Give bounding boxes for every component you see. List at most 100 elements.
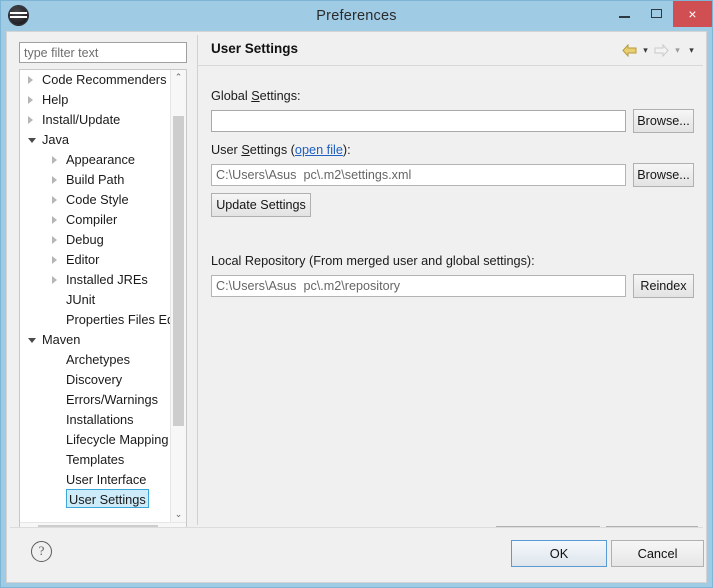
window-title: Preferences <box>316 8 397 24</box>
global-settings-label-mnemonic: S <box>251 89 260 103</box>
scroll-up-icon[interactable]: ⌃ <box>171 70 186 85</box>
user-settings-label-mnemonic: S <box>241 143 250 157</box>
tree-expanded-arrow-icon[interactable] <box>28 138 36 143</box>
local-repository-label: Local Repository (From merged user and g… <box>211 254 535 268</box>
title-bar: Preferences × <box>1 1 712 31</box>
tree-collapsed-arrow-icon[interactable] <box>52 176 57 184</box>
tree-item-label: Debug <box>66 232 104 247</box>
tree-item-list: Code Recommenders Help Install/Update Java A… <box>20 70 172 522</box>
back-arrow-icon[interactable] <box>622 44 637 57</box>
tree-item[interactable]: User Interface <box>20 470 172 490</box>
tree-item[interactable]: Compiler <box>20 210 172 230</box>
tree-item[interactable]: Lifecycle Mapping <box>20 430 172 450</box>
tree-item-label: Help <box>42 92 69 107</box>
ok-button[interactable]: OK <box>511 540 607 567</box>
global-settings-input[interactable] <box>211 110 626 132</box>
tree-item-label: Build Path <box>66 172 125 187</box>
tree-item[interactable]: Installations <box>20 410 172 430</box>
tree-item[interactable]: Help <box>20 90 172 110</box>
page-menu-caret-icon[interactable]: ▾ <box>686 41 697 59</box>
tree-item[interactable]: Errors/Warnings <box>20 390 172 410</box>
tree-item[interactable]: Appearance <box>20 150 172 170</box>
update-settings-button[interactable]: Update Settings <box>211 193 311 217</box>
tree-item[interactable]: Discovery <box>20 370 172 390</box>
page-title: User Settings <box>211 41 299 56</box>
tree-expanded-arrow-icon[interactable] <box>28 338 36 343</box>
tree-item[interactable]: User Settings <box>20 489 172 510</box>
tree-item[interactable]: Templates <box>20 450 172 470</box>
tree-collapsed-arrow-icon[interactable] <box>52 236 57 244</box>
tree-item-label: User Settings <box>66 489 149 508</box>
maximize-button[interactable] <box>641 1 673 27</box>
tree-item-label: Editor <box>66 252 100 267</box>
global-settings-label-pre: Global <box>211 89 252 103</box>
page-header: User Settings ▾ ▾ ▾ <box>198 35 703 66</box>
tree-collapsed-arrow-icon[interactable] <box>52 256 57 264</box>
minimize-icon <box>619 16 630 18</box>
minimize-button[interactable] <box>609 1 641 27</box>
tree-item[interactable]: Properties Files Ed <box>20 310 172 330</box>
dialog-footer: ? OK Cancel <box>10 527 704 579</box>
tree-item[interactable]: Java <box>20 130 172 150</box>
open-file-link[interactable]: open file <box>295 143 343 157</box>
tree-collapsed-arrow-icon[interactable] <box>28 116 33 124</box>
tree-item-label: Errors/Warnings <box>66 392 158 407</box>
preferences-sidebar: Code Recommenders Help Install/Update Java A… <box>10 35 196 540</box>
help-icon[interactable]: ? <box>31 541 52 562</box>
preferences-dialog: Code Recommenders Help Install/Update Java A… <box>6 31 707 583</box>
maximize-icon <box>651 9 662 18</box>
tree-item-label: Compiler <box>66 212 118 227</box>
user-settings-label-mid: ettings ( <box>249 143 295 157</box>
filter-input[interactable] <box>19 42 187 63</box>
close-icon: × <box>688 6 697 22</box>
tree-collapsed-arrow-icon[interactable] <box>52 156 57 164</box>
close-button[interactable]: × <box>673 1 712 27</box>
local-repository-input[interactable] <box>211 275 626 297</box>
tree-item-label: Properties Files Ed <box>66 312 172 327</box>
tree-collapsed-arrow-icon[interactable] <box>52 196 57 204</box>
scroll-down-icon[interactable]: ⌄ <box>171 507 186 522</box>
tree-item-label: Archetypes <box>66 352 131 367</box>
tree-item[interactable]: Debug <box>20 230 172 250</box>
tree-item[interactable]: Maven <box>20 330 172 350</box>
tree-item[interactable]: Editor <box>20 250 172 270</box>
tree-item[interactable]: JUnit <box>20 290 172 310</box>
tree-item[interactable]: Build Path <box>20 170 172 190</box>
tree-item-label: Code Recommenders <box>42 72 167 87</box>
tree-collapsed-arrow-icon[interactable] <box>52 276 57 284</box>
tree-item-label: Lifecycle Mapping <box>66 432 169 447</box>
tree-item-label: Code Style <box>66 192 129 207</box>
tree-item[interactable]: Code Recommenders <box>20 70 172 90</box>
page-navigation-toolbar: ▾ ▾ ▾ <box>619 41 697 59</box>
tree-collapsed-arrow-icon[interactable] <box>28 76 33 84</box>
forward-history-caret-icon: ▾ <box>675 45 680 55</box>
tree-item[interactable]: Archetypes <box>20 350 172 370</box>
cancel-button[interactable]: Cancel <box>611 540 704 567</box>
user-settings-label-post: ): <box>342 143 351 157</box>
tree-item[interactable]: Install/Update <box>20 110 172 130</box>
tree-item-label: Templates <box>66 452 125 467</box>
tree-collapsed-arrow-icon[interactable] <box>28 96 33 104</box>
tree-item-label: Discovery <box>66 372 123 387</box>
global-settings-label: Global Settings: <box>211 89 301 103</box>
tree-vscroll-thumb[interactable] <box>173 116 184 426</box>
tree-item-label: Appearance <box>66 152 136 167</box>
tree-vertical-scrollbar[interactable]: ⌃ ⌄ <box>170 70 186 522</box>
tree-item-label: JUnit <box>66 292 96 307</box>
user-settings-form: Global Settings: Browse... User Settings… <box>198 66 703 550</box>
tree-item[interactable]: Installed JREs <box>20 270 172 290</box>
user-settings-browse-button[interactable]: Browse... <box>633 163 694 187</box>
back-history-caret-icon[interactable]: ▾ <box>640 41 651 59</box>
preferences-content-panel: User Settings ▾ ▾ ▾ Global Settings: Bro… <box>197 35 703 550</box>
tree-item-label: Installed JREs <box>66 272 148 287</box>
preferences-tree: Code Recommenders Help Install/Update Java A… <box>19 69 187 540</box>
tree-item-label: Java <box>42 132 70 147</box>
tree-item[interactable]: Code Style <box>20 190 172 210</box>
user-settings-label-pre: User <box>211 143 242 157</box>
reindex-button[interactable]: Reindex <box>633 274 694 298</box>
tree-item-label: Installations <box>66 412 134 427</box>
global-settings-browse-button[interactable]: Browse... <box>633 109 694 133</box>
tree-collapsed-arrow-icon[interactable] <box>52 216 57 224</box>
user-settings-path-input[interactable] <box>211 164 626 186</box>
tree-item-label: Install/Update <box>42 112 121 127</box>
